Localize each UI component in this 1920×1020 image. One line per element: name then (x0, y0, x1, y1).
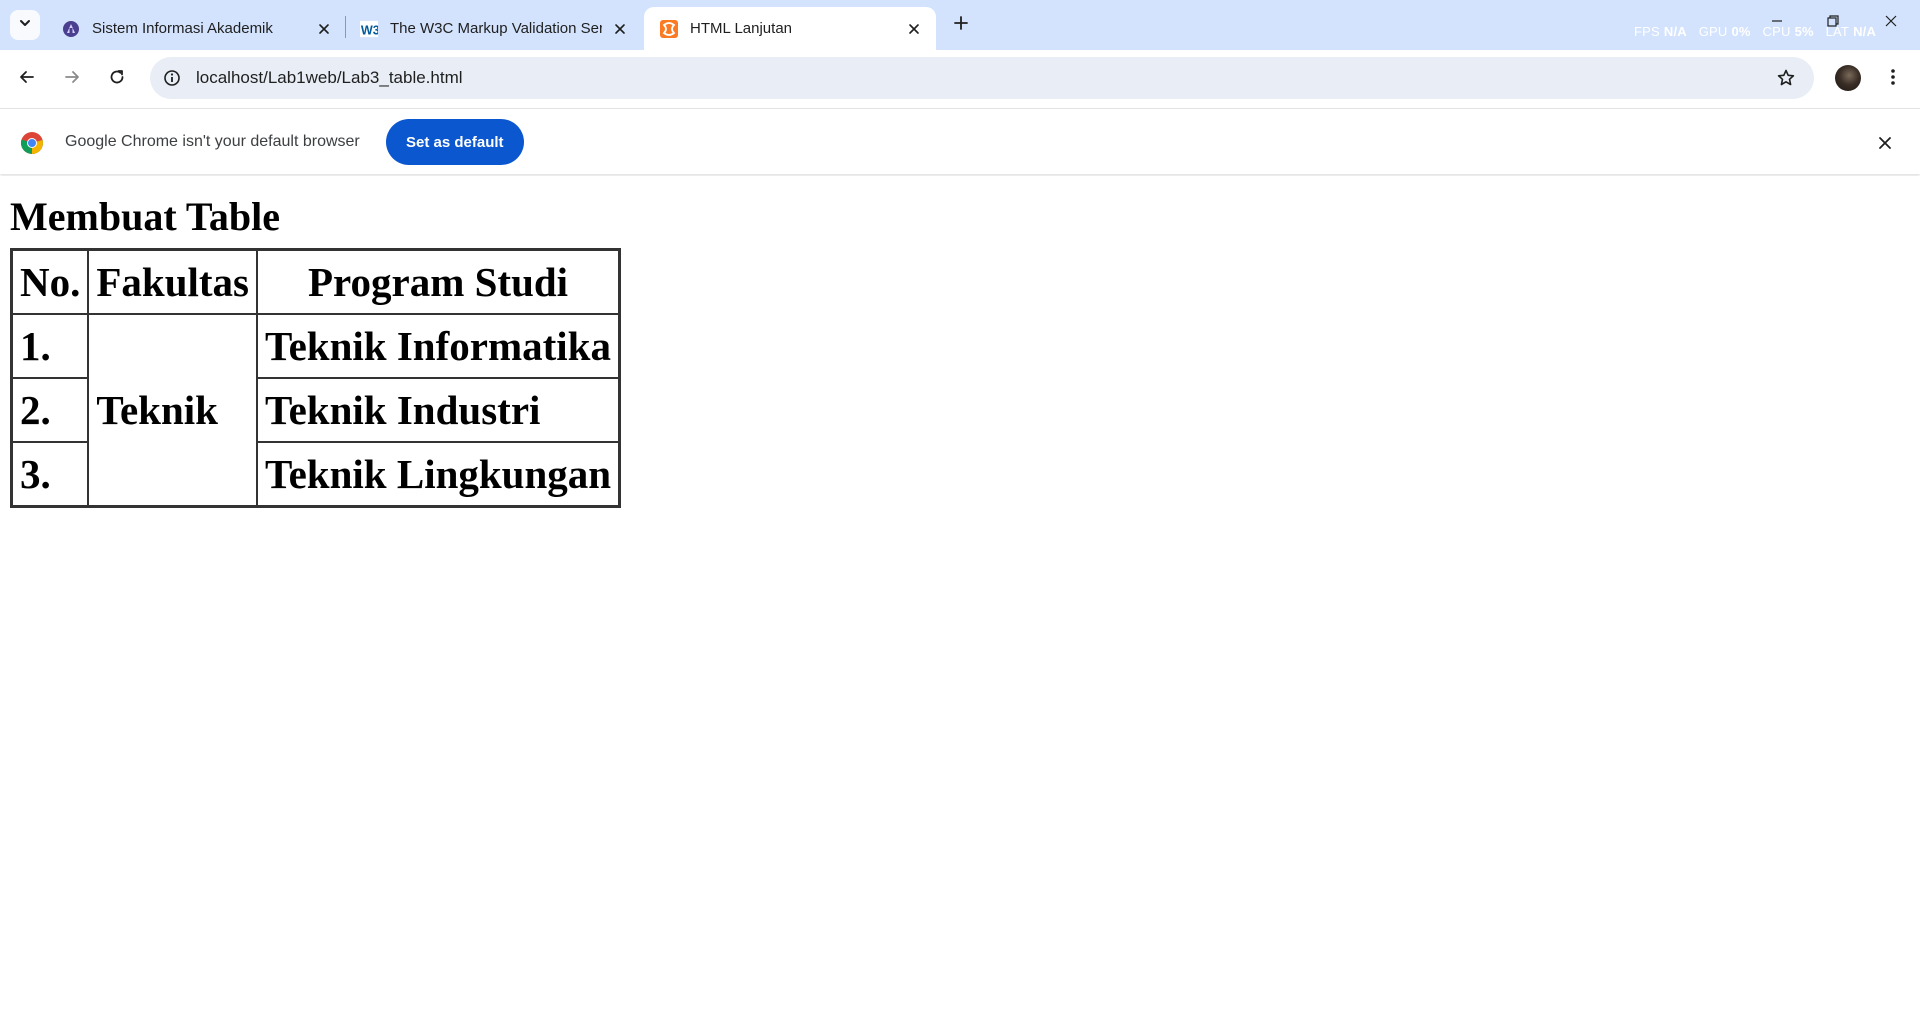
tab-w3c-validator[interactable]: W3 The W3C Markup Validation Service (344, 7, 642, 50)
page-content: Membuat Table No. Fakultas Program Studi… (0, 176, 1920, 1020)
gpu-label: GPU (1698, 24, 1728, 39)
back-button[interactable] (10, 62, 44, 96)
bookmark-star-icon[interactable] (1774, 66, 1798, 90)
restore-button[interactable] (1820, 10, 1846, 36)
address-bar[interactable]: localhost/Lab1web/Lab3_table.html (150, 57, 1814, 99)
close-icon[interactable] (610, 19, 630, 39)
performance-overlay: FPS N/A GPU 0% CPU 5% LAT N/A (1634, 24, 1884, 39)
cell-no: 2. (12, 378, 89, 442)
default-browser-infobar: Google Chrome isn't your default browser… (0, 108, 1920, 174)
reload-icon (108, 68, 126, 91)
tab-search-button[interactable] (10, 10, 40, 40)
tab-html-lanjutan[interactable]: HTML Lanjutan (644, 7, 936, 50)
site-info-icon[interactable] (160, 66, 184, 90)
w3c-icon: W3 (360, 20, 378, 38)
forward-button[interactable] (55, 62, 89, 96)
cell-program: Teknik Lingkungan (257, 442, 620, 506)
infobar-message: Google Chrome isn't your default browser (65, 133, 360, 150)
new-tab-button[interactable] (948, 12, 974, 38)
header-program-studi: Program Studi (257, 250, 620, 314)
tab-title: The W3C Markup Validation Service (390, 20, 602, 37)
xampp-icon (660, 19, 678, 38)
minimize-icon (1770, 14, 1784, 33)
browser-menu-button[interactable] (1876, 62, 1910, 96)
gpu-value: 0% (1731, 24, 1751, 39)
header-fakultas: Fakultas (88, 250, 258, 314)
cell-no: 1. (12, 314, 89, 378)
university-icon (62, 20, 80, 38)
chevron-down-icon (18, 16, 32, 35)
close-icon[interactable] (314, 19, 334, 39)
url-text[interactable]: localhost/Lab1web/Lab3_table.html (196, 68, 463, 88)
restore-icon (1826, 14, 1840, 33)
browser-toolbar: localhost/Lab1web/Lab3_table.html (0, 50, 1920, 108)
header-no: No. (12, 250, 89, 314)
fps-value: N/A (1663, 24, 1687, 39)
lat-value: N/A (1853, 24, 1877, 39)
tab-title: HTML Lanjutan (690, 20, 792, 37)
cell-fakultas: Teknik (88, 314, 258, 506)
tab-strip: Sistem Informasi Akademik W3 The W3C Mar… (0, 0, 1920, 50)
tab-title: Sistem Informasi Akademik (92, 20, 273, 37)
cell-no: 3. (12, 442, 89, 506)
svg-text:W3: W3 (361, 23, 378, 37)
page-heading: Membuat Table (10, 194, 281, 239)
table-row: 1. Teknik Teknik Informatika (12, 314, 620, 506)
cell-program: Teknik Informatika (257, 314, 620, 378)
chrome-logo-icon (20, 131, 44, 155)
tab-sistem-informasi-akademik[interactable]: Sistem Informasi Akademik (46, 7, 346, 50)
arrow-right-icon (63, 68, 81, 91)
minimize-button[interactable] (1764, 10, 1790, 36)
close-icon (1884, 14, 1898, 33)
close-icon[interactable] (1872, 130, 1898, 156)
reload-button[interactable] (100, 62, 134, 96)
more-vertical-icon (1890, 68, 1896, 91)
cpu-value: 5% (1794, 24, 1814, 39)
plus-icon (953, 15, 969, 36)
fps-label: FPS (1634, 24, 1660, 39)
table-header-row: No. Fakultas Program Studi (12, 250, 620, 314)
close-icon[interactable] (904, 19, 924, 39)
window-close-button[interactable] (1878, 10, 1904, 36)
arrow-left-icon (18, 68, 36, 91)
study-program-table: No. Fakultas Program Studi 1. Teknik Tek… (10, 248, 622, 508)
cell-program: Teknik Industri (257, 378, 620, 442)
profile-avatar[interactable] (1835, 65, 1861, 91)
set-as-default-button[interactable]: Set as default (386, 119, 524, 165)
